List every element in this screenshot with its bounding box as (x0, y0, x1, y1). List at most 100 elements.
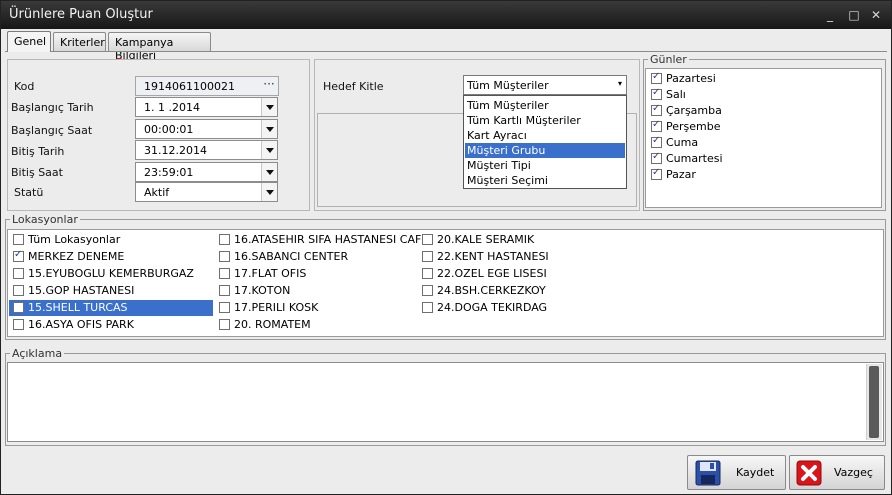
chevron-down-icon[interactable] (261, 163, 277, 181)
save-button-label: Kaydet (736, 466, 775, 479)
lokasyon-item[interactable]: 17.KOTON (215, 283, 290, 299)
checkbox-icon[interactable] (13, 268, 24, 279)
checkbox-icon[interactable] (651, 119, 662, 132)
checkbox-icon[interactable] (13, 249, 24, 262)
lokasyon-item-label: 22.KENT HASTANESI (437, 250, 549, 263)
gunler-item[interactable]: Pazartesi (647, 71, 716, 87)
bitis-saat-field[interactable]: 23:59:01 (135, 162, 278, 182)
lokasyon-item[interactable]: 20.KALE SERAMIK (418, 232, 534, 248)
gunler-item[interactable]: Cumartesi (647, 151, 723, 167)
hedef-kitle-option[interactable]: Kart Ayracı (465, 128, 625, 143)
checkbox-icon[interactable] (219, 319, 230, 330)
checkbox-icon[interactable] (651, 103, 662, 116)
lokasyon-item[interactable]: 16.ASYA OFIS PARK (9, 317, 213, 333)
lokasyon-item[interactable]: 17.FLAT OFIS (215, 266, 306, 282)
checkbox-icon[interactable] (219, 302, 230, 313)
cancel-button[interactable]: Vazgeç (789, 455, 885, 490)
maximize-button[interactable]: □ (845, 7, 863, 23)
hedef-kitle-option[interactable]: Müşteri Grubu (465, 143, 625, 158)
lokasyon-item-label: 22.OZEL EGE LISESI (437, 267, 547, 280)
checkbox-icon[interactable] (422, 234, 433, 245)
checkbox-icon[interactable] (219, 268, 230, 279)
hedef-kitle-select[interactable]: Tüm Müşteriler ▾ (463, 75, 627, 95)
lokasyon-item[interactable]: 24.BSH.CERKEZKOY (418, 283, 546, 299)
tab-genel[interactable]: Genel (7, 31, 51, 52)
tab-kriterler[interactable]: Kriterler (53, 32, 106, 52)
lokasyon-item[interactable]: MERKEZ DENEME (9, 249, 213, 265)
lokasyon-item-label: 20. ROMATEM (234, 318, 311, 331)
lokasyon-item[interactable]: 22.OZEL EGE LISESI (418, 266, 547, 282)
statu-value: Aktif (144, 186, 170, 199)
gunler-item-label: Salı (666, 88, 686, 101)
window-title: Ürünlere Puan Oluştur (9, 7, 153, 22)
gunler-item[interactable]: Çarşamba (647, 103, 722, 119)
title-bar[interactable]: Ürünlere Puan Oluştur _ □ ✕ (1, 1, 891, 29)
bitis-tarih-field[interactable]: 31.12.2014 (135, 140, 278, 160)
gunler-item-label: Pazartesi (666, 72, 716, 85)
gunler-item[interactable]: Cuma (647, 135, 698, 151)
scrollbar-thumb[interactable] (869, 366, 879, 438)
lokasyon-item-label: 17.FLAT OFIS (234, 267, 307, 280)
minimize-button[interactable]: _ (821, 7, 839, 23)
aciklama-textarea[interactable] (7, 362, 884, 442)
checkbox-icon[interactable] (13, 302, 24, 313)
lokasyon-item-label: 17.PERILI KOSK (234, 301, 319, 314)
lokasyon-item[interactable]: 17.PERILI KOSK (215, 300, 318, 316)
chevron-down-icon[interactable] (261, 141, 277, 159)
checkbox-icon[interactable] (13, 319, 24, 330)
hedef-kitle-option[interactable]: Müşteri Tipi (465, 158, 625, 173)
hedef-kitle-value: Tüm Müşteriler (467, 79, 549, 92)
checkbox-icon[interactable] (219, 234, 230, 245)
bitis-saat-label: Bitiş Saat (11, 166, 63, 179)
checkbox-icon[interactable] (422, 302, 433, 313)
hedef-kitle-option[interactable]: Tüm Kartlı Müşteriler (465, 113, 625, 128)
checkbox-icon[interactable] (219, 251, 230, 262)
lokasyon-item[interactable]: 20. ROMATEM (215, 317, 311, 333)
checkbox-icon[interactable] (13, 234, 24, 245)
hedef-kitle-option[interactable]: Müşteri Seçimi (465, 173, 625, 188)
chevron-down-icon[interactable] (261, 98, 277, 116)
lokasyon-item-label: 15.GOP HASTANESI (28, 284, 135, 297)
cancel-button-label: Vazgeç (834, 466, 873, 479)
chevron-down-icon[interactable]: ▾ (618, 79, 622, 88)
lokasyon-item[interactable]: Tüm Lokasyonlar (9, 232, 213, 248)
checkbox-icon[interactable] (651, 135, 662, 148)
lokasyon-item[interactable]: 16.ATASEHIR SIFA HASTANESI CAFE (215, 232, 428, 248)
aciklama-scrollbar[interactable] (866, 364, 882, 440)
kod-lookup-button[interactable]: ··· (260, 77, 278, 95)
chevron-down-icon[interactable] (261, 120, 277, 138)
lokasyon-item-label: 17.KOTON (234, 284, 291, 297)
gunler-item[interactable]: Salı (647, 87, 686, 103)
checkbox-icon[interactable] (651, 167, 662, 180)
lokasyon-item[interactable]: 22.KENT HASTANESI (418, 249, 549, 265)
gunler-item[interactable]: Pazar (647, 167, 696, 183)
statu-field[interactable]: Aktif (135, 182, 278, 202)
lokasyon-item[interactable]: 15.GOP HASTANESI (9, 283, 213, 299)
checkbox-icon[interactable] (651, 71, 662, 84)
checkbox-icon[interactable] (422, 251, 433, 262)
checkbox-icon[interactable] (13, 285, 24, 296)
checkbox-icon[interactable] (651, 87, 662, 100)
gunler-item[interactable]: Perşembe (647, 119, 721, 135)
bitis-tarih-value: 31.12.2014 (144, 144, 207, 157)
baslangic-tarih-label: Başlangıç Tarih (11, 101, 94, 114)
save-button[interactable]: Kaydet (687, 455, 786, 490)
hedef-kitle-option[interactable]: Tüm Müşteriler (465, 98, 625, 113)
lokasyon-item[interactable]: 15.EYUBOGLU KEMERBURGAZ (9, 266, 213, 282)
baslangic-tarih-field[interactable]: 1. 1 .2014 (135, 97, 278, 117)
checkbox-icon[interactable] (422, 285, 433, 296)
checkbox-icon[interactable] (422, 268, 433, 279)
checkbox-icon[interactable] (651, 151, 662, 164)
close-button[interactable]: ✕ (867, 7, 885, 23)
bitis-saat-value: 23:59:01 (144, 166, 194, 179)
baslangic-saat-field[interactable]: 00:00:01 (135, 119, 278, 139)
gunler-item-label: Perşembe (666, 120, 721, 133)
checkbox-icon[interactable] (219, 285, 230, 296)
chevron-down-icon[interactable] (261, 183, 277, 201)
tab-kampanya-bilgileri[interactable]: Kampanya Bilgileri (108, 32, 211, 62)
lokasyon-item[interactable]: 24.DOGA TEKIRDAG (418, 300, 547, 316)
kod-field[interactable]: 1914061100021 ··· (135, 76, 279, 96)
lokasyon-item[interactable]: 15.SHELL TURCAS (9, 300, 213, 316)
lokasyon-item[interactable]: 16.SABANCI CENTER (215, 249, 348, 265)
gunler-item-label: Pazar (666, 168, 696, 181)
